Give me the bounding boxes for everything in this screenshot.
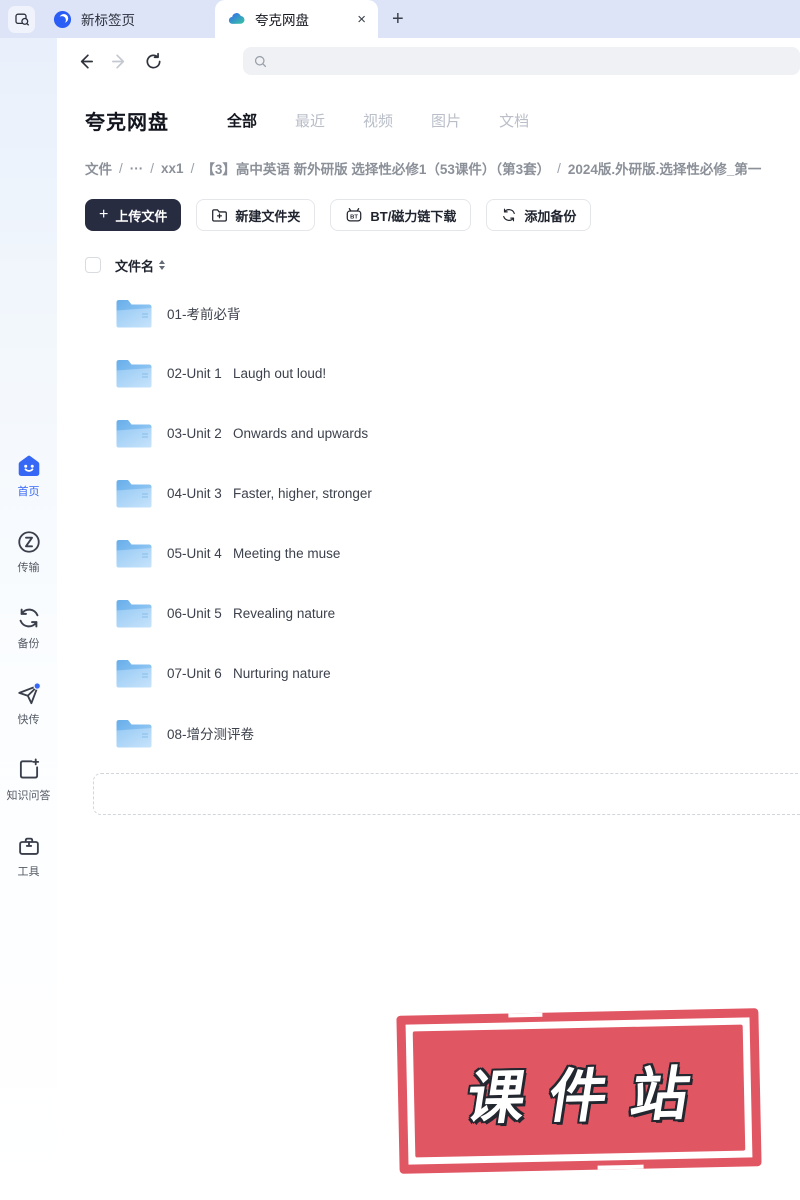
- folder-icon: [115, 297, 153, 329]
- browser-tab-newtab[interactable]: 新标签页: [39, 0, 149, 38]
- main-content: 夸克网盘 全部 最近 视频 图片 文档 文件 / ··· / xx1 / 【3】…: [57, 105, 800, 815]
- folder-icon: [115, 357, 153, 389]
- file-row[interactable]: 06-Unit 5 Revealing nature: [85, 583, 800, 643]
- filter-tabs: 全部 最近 视频 图片 文档: [227, 110, 529, 131]
- toolbar: + 上传文件 新建文件夹 BT BT/磁力链下载 添加备份: [85, 199, 800, 231]
- new-folder-icon: [211, 207, 228, 223]
- sidebar-item-label: 备份: [17, 638, 40, 650]
- upload-file-button[interactable]: + 上传文件: [85, 199, 182, 231]
- tab-label: 新标签页: [81, 13, 135, 28]
- backup-sync-icon: [16, 605, 42, 631]
- file-list-header: 文件名: [85, 255, 800, 275]
- select-all-checkbox[interactable]: [85, 257, 101, 273]
- file-name: 06-Unit 5 Revealing nature: [167, 605, 336, 621]
- file-name: 07-Unit 6 Nurturing nature: [167, 665, 331, 681]
- browser-tabbar: 新标签页 夸克网盘 × +: [0, 0, 800, 38]
- breadcrumb-ellipsis[interactable]: ···: [130, 161, 144, 176]
- search-icon: [253, 54, 268, 69]
- sidebar-item-label: 首页: [17, 486, 40, 498]
- transfer-icon: [16, 529, 42, 555]
- sort-toggle-icon[interactable]: [159, 260, 166, 270]
- file-name: 01-考前必背: [167, 307, 241, 322]
- sidebar-item-knowledge-qa[interactable]: 知识问答: [7, 757, 51, 803]
- tab-label: 夸克网盘: [255, 13, 309, 28]
- forward-button[interactable]: [109, 51, 129, 71]
- sidebar-item-label: 传输: [17, 562, 40, 574]
- app-sidebar: 首页 传输 备份 快传 知识问答 工具: [0, 38, 57, 1200]
- folder-icon: [115, 537, 153, 569]
- file-name: 08-增分测评卷: [167, 727, 255, 742]
- tab-recent[interactable]: 最近: [295, 110, 325, 131]
- sidebar-item-quick-share[interactable]: 快传: [16, 681, 42, 727]
- back-button[interactable]: [75, 51, 95, 71]
- folder-icon: [115, 417, 153, 449]
- folder-icon: [115, 717, 153, 749]
- tab-image[interactable]: 图片: [431, 110, 461, 131]
- file-name: 05-Unit 4 Meeting the muse: [167, 545, 341, 561]
- quark-drive-cloud-icon: [227, 10, 246, 29]
- folder-icon: [115, 657, 153, 689]
- new-tab-button[interactable]: +: [392, 9, 404, 29]
- file-list: 01-考前必背 02-Unit 1 Laugh out loud! 03-Uni…: [85, 283, 800, 763]
- svg-text:BT: BT: [351, 214, 359, 220]
- tab-all[interactable]: 全部: [227, 110, 257, 131]
- breadcrumb-item[interactable]: 【3】高中英语 新外研版 选择性必修1（53课件）（第3套）: [201, 158, 550, 178]
- watermark-text: 课件站: [462, 1061, 719, 1132]
- breadcrumb-item[interactable]: 文件: [85, 158, 112, 178]
- sidebar-item-tools[interactable]: 工具: [16, 833, 42, 879]
- refresh-button[interactable]: [143, 51, 163, 71]
- new-folder-button[interactable]: 新建文件夹: [196, 199, 316, 231]
- add-backup-button[interactable]: 添加备份: [486, 199, 592, 231]
- folder-icon: [115, 477, 153, 509]
- paper-plane-icon: [16, 681, 42, 707]
- breadcrumb: 文件 / ··· / xx1 / 【3】高中英语 新外研版 选择性必修1（53课…: [85, 158, 800, 178]
- sidebar-item-label: 快传: [17, 714, 40, 726]
- tab-video[interactable]: 视频: [363, 110, 393, 131]
- browser-navbar: [57, 38, 800, 84]
- tab-document[interactable]: 文档: [499, 110, 529, 131]
- plus-icon: +: [99, 206, 109, 223]
- file-name: 02-Unit 1 Laugh out loud!: [167, 365, 327, 381]
- quark-browser-icon: [53, 10, 72, 29]
- breadcrumb-item-current[interactable]: 2024版.外研版.选择性必修_第一: [568, 158, 762, 178]
- drop-zone[interactable]: [93, 773, 800, 815]
- sidebar-item-label: 知识问答: [6, 790, 51, 802]
- knowledge-folder-icon: [16, 757, 42, 783]
- toolbox-icon: [16, 833, 42, 859]
- sidebar-item-backup[interactable]: 备份: [16, 605, 42, 651]
- address-search-bar[interactable]: [243, 47, 800, 75]
- file-row[interactable]: 01-考前必背: [85, 283, 800, 343]
- sidebar-item-transfer[interactable]: 传输: [16, 529, 42, 575]
- bt-magnet-download-button[interactable]: BT BT/磁力链下载: [330, 199, 472, 231]
- tab-close-icon[interactable]: ×: [357, 12, 366, 27]
- tab-search-button[interactable]: [8, 5, 35, 33]
- breadcrumb-item[interactable]: xx1: [161, 161, 184, 176]
- file-name: 04-Unit 3 Faster, higher, stronger: [167, 485, 372, 501]
- watermark-stamp: 课件站: [396, 1008, 762, 1174]
- bt-download-icon: BT: [345, 207, 363, 224]
- file-row[interactable]: 03-Unit 2 Onwards and upwards: [85, 403, 800, 463]
- file-row[interactable]: 07-Unit 6 Nurturing nature: [85, 643, 800, 703]
- filename-column-header[interactable]: 文件名: [115, 256, 154, 275]
- sidebar-item-home[interactable]: 首页: [16, 453, 42, 499]
- file-row[interactable]: 04-Unit 3 Faster, higher, stronger: [85, 463, 800, 523]
- file-row[interactable]: 08-增分测评卷: [85, 703, 800, 763]
- file-row[interactable]: 05-Unit 4 Meeting the muse: [85, 523, 800, 583]
- browser-tab-quark-drive[interactable]: 夸克网盘 ×: [215, 0, 378, 38]
- tab-search-icon: [14, 11, 30, 27]
- home-icon: [16, 453, 42, 479]
- file-name: 03-Unit 2 Onwards and upwards: [167, 425, 369, 441]
- backup-circle-icon: [501, 207, 517, 223]
- folder-icon: [115, 597, 153, 629]
- sidebar-item-label: 工具: [17, 866, 40, 878]
- page-title: 夸克网盘: [85, 111, 169, 134]
- stamp-body: 课件站: [412, 1024, 746, 1158]
- file-row[interactable]: 02-Unit 1 Laugh out loud!: [85, 343, 800, 403]
